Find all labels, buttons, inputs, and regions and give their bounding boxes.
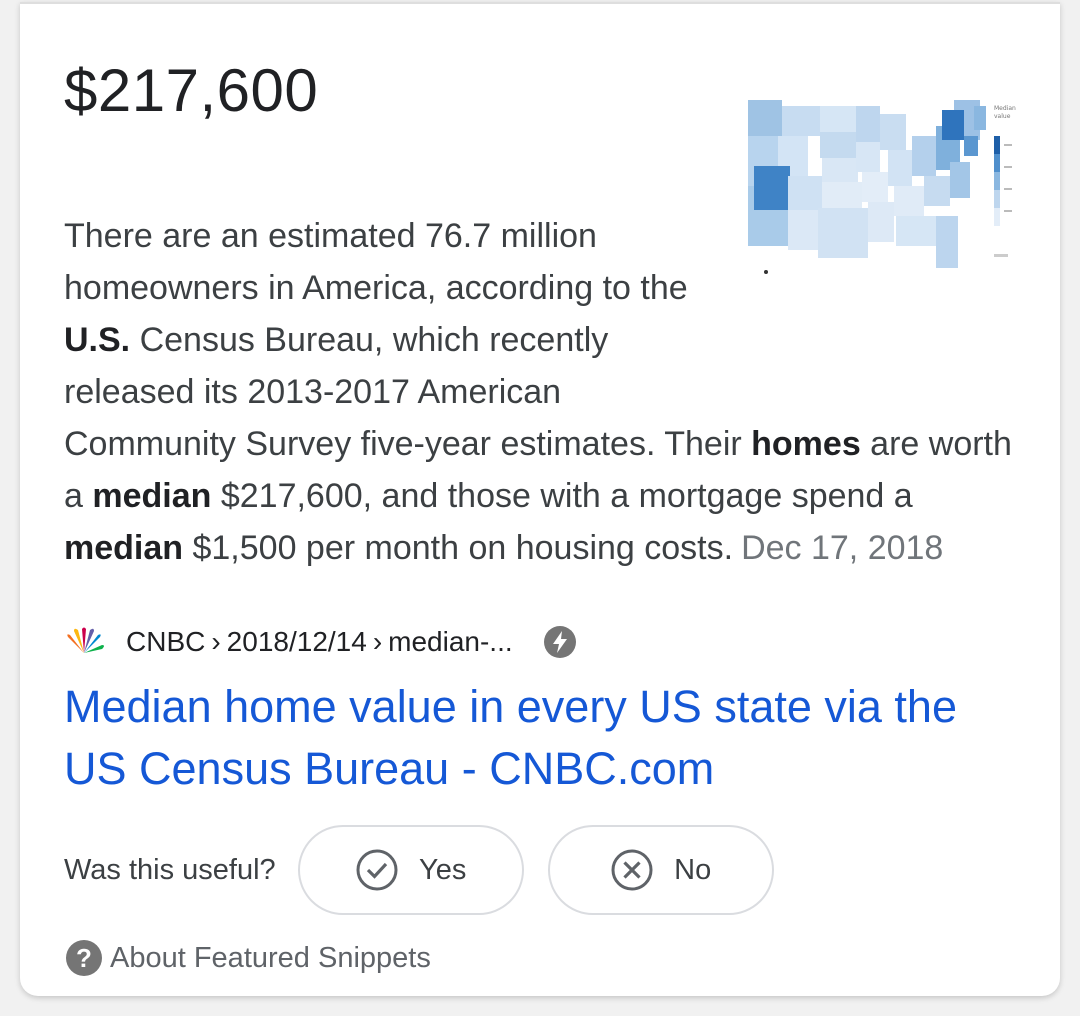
snippet-bold: U.S.: [64, 321, 131, 359]
breadcrumb-separator: ›: [372, 626, 383, 657]
breadcrumb-separator: ›: [211, 626, 221, 657]
about-featured-snippets-link[interactable]: ? About Featured Snippets: [66, 940, 431, 976]
svg-text:Median: Median: [994, 105, 1016, 112]
thumbnail-space: [704, 210, 1034, 370]
snippet-part: There are an estimated 76.7 million home…: [64, 217, 688, 307]
result-title-link[interactable]: Median home value in every US state via …: [64, 676, 1024, 800]
x-circle-icon: [611, 849, 653, 891]
help-icon: ?: [66, 940, 102, 976]
source-site: CNBC: [126, 626, 206, 657]
answer-heading: $217,600: [64, 57, 319, 124]
source-path-slug: median-...: [388, 626, 513, 657]
no-label: No: [674, 853, 712, 886]
snippet-bold: median: [92, 477, 212, 515]
nbc-peacock-icon: [67, 627, 104, 653]
snippet-date: Dec 17, 2018: [741, 529, 944, 567]
yes-button[interactable]: Yes: [297, 825, 524, 915]
amp-lightning-icon: [543, 626, 576, 658]
yes-label: Yes: [419, 853, 467, 886]
featured-snippet-card: $217,600 Median value There are an estim…: [20, 2, 1060, 996]
snippet-part: $1,500 per month on housing costs.: [183, 529, 734, 567]
svg-text:value: value: [994, 113, 1011, 120]
no-button[interactable]: No: [547, 825, 774, 915]
about-label: About Featured Snippets: [110, 941, 431, 974]
snippet-part: $217,600, and those with a mortgage spen…: [211, 477, 913, 515]
source-path-date: 2018/12/14: [226, 626, 367, 657]
snippet-part: Census Bureau, which recently released i…: [64, 321, 752, 463]
snippet-bold: median: [64, 529, 184, 567]
check-circle-icon: [356, 849, 398, 891]
snippet-text: There are an estimated 76.7 million home…: [64, 210, 1034, 574]
snippet-bold: homes: [751, 425, 861, 463]
feedback-question: Was this useful?: [64, 853, 276, 886]
source-breadcrumb[interactable]: CNBC › 2018/12/14 › median-...: [62, 620, 577, 664]
feedback-row: Was this useful? Yes No: [64, 822, 798, 918]
